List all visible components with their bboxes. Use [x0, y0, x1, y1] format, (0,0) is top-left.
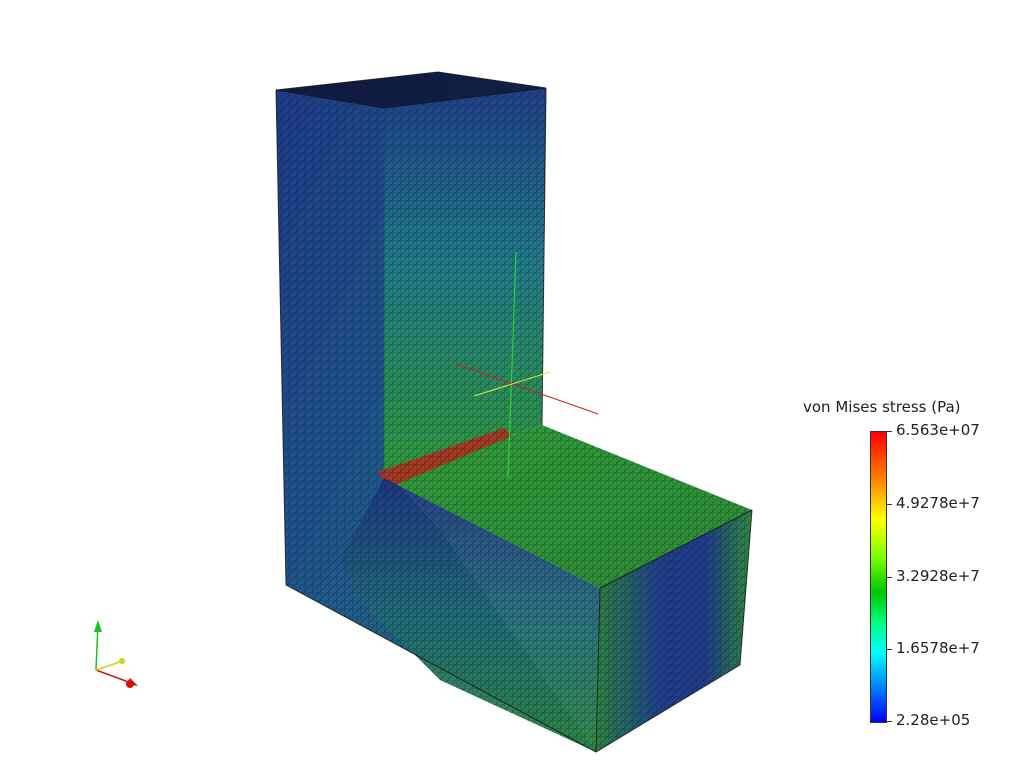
colorbar-tick	[886, 577, 892, 578]
render-viewport[interactable]: von Mises stress (Pa) 6.563e+07 4.9278e+…	[0, 0, 1024, 768]
stress-colorbar: von Mises stress (Pa) 6.563e+07 4.9278e+…	[800, 398, 1020, 738]
colorbar-tick	[886, 431, 892, 432]
colorbar-tick	[886, 721, 892, 722]
colorbar-label-max: 6.563e+07	[896, 421, 980, 439]
colorbar-label-min: 2.28e+05	[896, 711, 971, 729]
colorbar-label-3: 3.2928e+7	[896, 567, 980, 585]
orientation-axes	[94, 620, 138, 688]
colorbar-tick	[886, 504, 892, 505]
colorbar-gradient	[870, 431, 887, 723]
colorbar-title: von Mises stress (Pa)	[803, 398, 961, 416]
colorbar-label-4: 1.6578e+7	[896, 639, 980, 657]
colorbar-label-2: 4.9278e+7	[896, 494, 980, 512]
colorbar-tick	[886, 649, 892, 650]
